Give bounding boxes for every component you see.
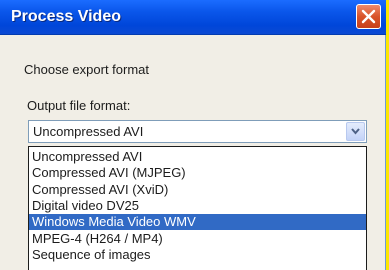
close-button[interactable] <box>356 4 381 29</box>
instruction-text: Choose export format <box>24 62 150 77</box>
format-options-list[interactable]: Uncompressed AVI Compressed AVI (MJPEG) Co… <box>28 146 367 270</box>
format-option[interactable]: Sequence of images <box>29 247 366 263</box>
dropdown-button[interactable] <box>346 122 365 141</box>
format-option[interactable]: Compressed AVI (XviD) <box>29 182 366 198</box>
process-video-dialog: Process Video Choose export format Outpu… <box>0 0 386 270</box>
format-option[interactable]: Digital video DV25 <box>29 198 366 214</box>
close-x-icon <box>361 9 376 24</box>
title-bar[interactable]: Process Video <box>0 0 386 35</box>
select-current-value: Uncompressed AVI <box>33 124 144 139</box>
output-format-select[interactable]: Uncompressed AVI <box>28 120 367 143</box>
output-format-label: Output file format: <box>27 98 131 113</box>
format-option[interactable]: MPEG-4 (H264 / MP4) <box>29 231 366 247</box>
chevron-down-icon <box>351 128 360 135</box>
format-option[interactable]: Compressed AVI (MJPEG) <box>29 165 366 181</box>
window-title: Process Video <box>11 8 121 25</box>
format-option[interactable]: Windows Media Video WMV <box>29 214 366 231</box>
format-option[interactable]: Uncompressed AVI <box>29 149 366 165</box>
